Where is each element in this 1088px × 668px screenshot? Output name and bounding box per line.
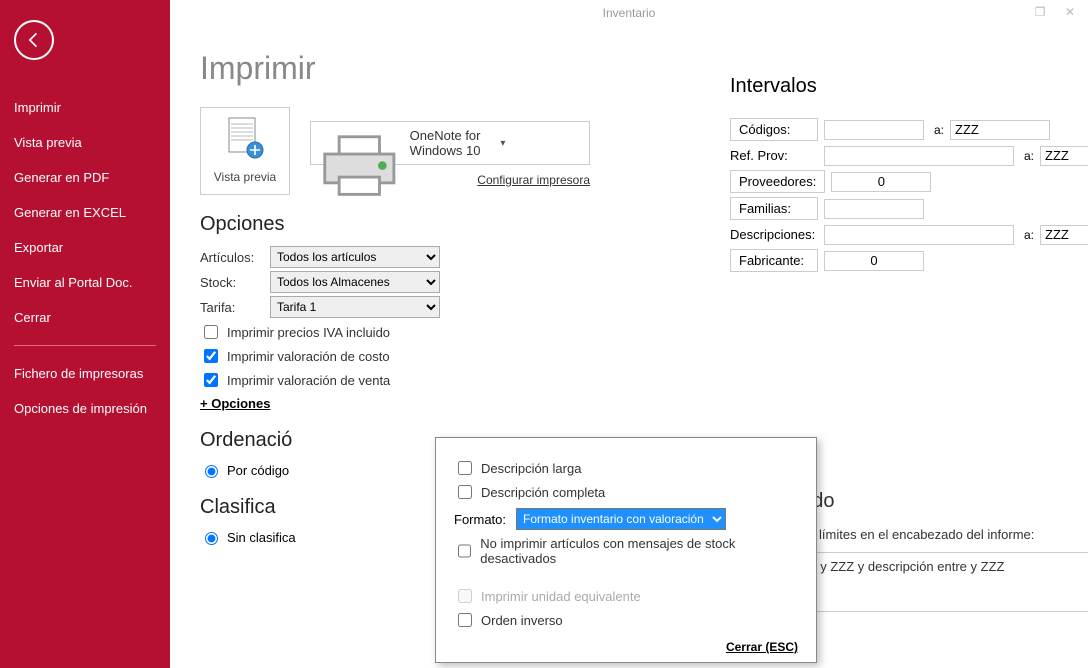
vista-previa-button[interactable]: Vista previa <box>200 107 290 195</box>
encabezado-line1: xto de límites en el encabezado del info… <box>780 527 1088 542</box>
radio-sin-clasifica[interactable] <box>205 532 218 545</box>
a-label: a: <box>930 123 944 137</box>
chk-venta[interactable] <box>204 373 218 387</box>
intervalos-title: Intervalos <box>730 75 1088 98</box>
refprov-from[interactable] <box>824 146 1014 166</box>
sidebar-item-fichero-impresoras[interactable]: Fichero de impresoras <box>0 356 170 391</box>
chk-no-imprimir[interactable] <box>458 544 471 558</box>
printer-icon <box>319 131 400 155</box>
chk-venta-label: Imprimir valoración de venta <box>227 373 390 388</box>
sidebar-item-portal[interactable]: Enviar al Portal Doc. <box>0 265 170 300</box>
proveedores-from[interactable] <box>831 172 931 192</box>
refprov-label: Ref. Prov: <box>730 145 818 166</box>
chk-desc-completa-label: Descripción completa <box>481 485 605 500</box>
printer-name: OneNote for Windows 10 <box>410 128 491 158</box>
encabezado-textarea[interactable]: entre y ZZZ y descripción entre y ZZZ <box>780 552 1088 612</box>
chk-iva[interactable] <box>204 325 218 339</box>
encabezado-text-content: entre y ZZZ y descripción entre y ZZZ <box>787 559 1004 574</box>
a-label: a: <box>1020 149 1034 163</box>
articulos-label: Artículos: <box>200 250 270 265</box>
chk-desc-larga[interactable] <box>458 461 472 475</box>
main-panel: Inventario ❐ ✕ Imprimir Vista previa One… <box>170 0 1088 668</box>
chk-orden-inverso[interactable] <box>458 613 472 627</box>
chk-costo-label: Imprimir valoración de costo <box>227 349 390 364</box>
chk-no-imprimir-label: No imprimir artículos con mensajes de st… <box>480 536 798 566</box>
sidebar: Imprimir Vista previa Generar en PDF Gen… <box>0 0 170 668</box>
chk-desc-completa[interactable] <box>458 485 472 499</box>
sidebar-item-cerrar[interactable]: Cerrar <box>0 300 170 335</box>
chevron-down-icon: ▾ <box>500 138 581 149</box>
window-close-icon[interactable]: ✕ <box>1058 2 1082 22</box>
chk-iva-label: Imprimir precios IVA incluido <box>227 325 390 340</box>
stock-label: Stock: <box>200 275 270 290</box>
printer-select[interactable]: OneNote for Windows 10 ▾ <box>310 121 590 165</box>
sidebar-item-vista-previa[interactable]: Vista previa <box>0 125 170 160</box>
sidebar-item-pdf[interactable]: Generar en PDF <box>0 160 170 195</box>
sidebar-item-imprimir[interactable]: Imprimir <box>0 90 170 125</box>
formato-label: Formato: <box>454 512 506 527</box>
descripciones-label: Descripciones: <box>730 224 818 245</box>
document-preview-icon <box>225 116 265 164</box>
codigos-to[interactable] <box>950 120 1050 140</box>
divider <box>14 345 156 346</box>
chk-desc-larga-label: Descripción larga <box>481 461 581 476</box>
sidebar-item-excel[interactable]: Generar en EXCEL <box>0 195 170 230</box>
opciones-popup: Descripción larga Descripción completa F… <box>435 437 817 663</box>
chk-costo[interactable] <box>204 349 218 363</box>
chk-orden-inverso-label: Orden inverso <box>481 613 563 628</box>
sidebar-item-opciones-impresion[interactable]: Opciones de impresión <box>0 391 170 426</box>
window-restore-icon[interactable]: ❐ <box>1028 2 1052 22</box>
popup-close-link[interactable]: Cerrar (ESC) <box>454 640 798 654</box>
chk-unidad-equiv-label: Imprimir unidad equivalente <box>481 589 641 604</box>
fabricante-from[interactable] <box>824 251 924 271</box>
intervalos-panel: Intervalos Códigos: a: Ref. Prov: a: Pro… <box>730 75 1088 276</box>
stock-select[interactable]: Todos los Almacenes <box>270 271 440 293</box>
radio-sin-clasifica-label: Sin clasifica <box>227 530 296 545</box>
familias-label: Familias: <box>730 197 818 220</box>
formato-select[interactable]: Formato inventario con valoración <box>516 508 726 530</box>
articulos-select[interactable]: Todos los artículos <box>270 246 440 268</box>
refprov-to[interactable] <box>1040 146 1088 166</box>
proveedores-label: Proveedores: <box>730 170 825 193</box>
tarifa-label: Tarifa: <box>200 300 270 315</box>
codigos-from[interactable] <box>824 120 924 140</box>
window-title: Inventario <box>603 6 656 20</box>
a-label: a: <box>1020 228 1034 242</box>
tarifa-select[interactable]: Tarifa 1 <box>270 296 440 318</box>
descripciones-to[interactable] <box>1040 225 1088 245</box>
encabezado-title: ezado <box>780 490 1088 513</box>
vista-previa-label: Vista previa <box>214 170 276 184</box>
chk-unidad-equiv <box>458 589 472 603</box>
familias-from[interactable] <box>824 199 924 219</box>
mas-opciones-link[interactable]: + Opciones <box>200 396 1058 411</box>
encabezado-panel: ezado xto de límites en el encabezado de… <box>780 490 1088 612</box>
back-button[interactable] <box>14 20 54 60</box>
sidebar-item-exportar[interactable]: Exportar <box>0 230 170 265</box>
radio-por-codigo[interactable] <box>205 465 218 478</box>
codigos-label: Códigos: <box>730 118 818 141</box>
descripciones-from[interactable] <box>824 225 1014 245</box>
fabricante-label: Fabricante: <box>730 249 818 272</box>
radio-por-codigo-label: Por código <box>227 463 289 478</box>
